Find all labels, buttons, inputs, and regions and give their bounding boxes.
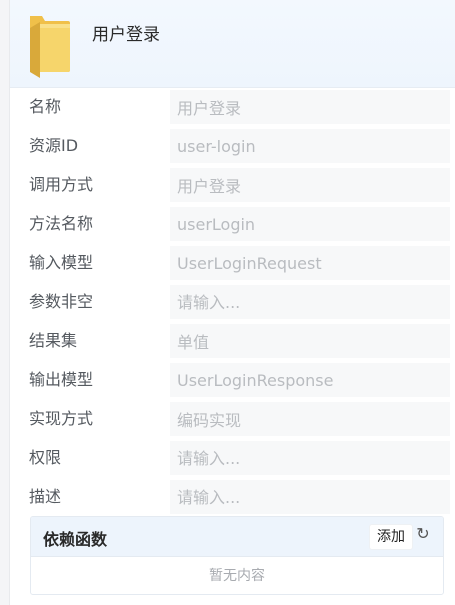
refresh-icon[interactable]: ↻ bbox=[415, 525, 431, 543]
form-field[interactable] bbox=[170, 402, 450, 436]
form-field[interactable] bbox=[170, 207, 450, 241]
add-dependency-button[interactable]: 添加 bbox=[369, 524, 413, 550]
page-title: 用户登录 bbox=[92, 25, 160, 45]
form-row: 输出模型 bbox=[10, 362, 455, 398]
resource-detail-panel: 用户登录 名称资源ID 调用方式方法名称输入模型参数非空结果集输出模型实现方式权限… bbox=[9, 0, 455, 605]
form-label: 结果集 bbox=[29, 331, 78, 350]
form-row: 名称 bbox=[10, 89, 455, 125]
dependency-empty-text: 暂无内容 bbox=[209, 568, 265, 584]
form-label: 方法名称 bbox=[29, 214, 94, 233]
form-field[interactable] bbox=[170, 90, 450, 124]
form-label: 参数非空 bbox=[29, 292, 94, 311]
folder-icon bbox=[30, 16, 70, 78]
form-label: 调用方式 bbox=[29, 175, 94, 194]
form-label: 输入模型 bbox=[29, 253, 94, 272]
form-row: 方法名称 bbox=[10, 206, 455, 242]
form-field[interactable] bbox=[170, 285, 450, 319]
form-field[interactable] bbox=[170, 168, 450, 202]
form-row: 调用方式 bbox=[10, 167, 455, 203]
form-row: 资源ID bbox=[10, 128, 455, 164]
form-row: 参数非空 bbox=[10, 284, 455, 320]
form-label: 输出模型 bbox=[29, 370, 94, 389]
panel-header: 用户登录 bbox=[10, 0, 455, 88]
form-field[interactable] bbox=[170, 246, 450, 280]
form-field[interactable] bbox=[170, 441, 450, 475]
form-field[interactable] bbox=[170, 324, 450, 358]
form-label: 权限 bbox=[29, 448, 62, 467]
form-row: 描述 bbox=[10, 479, 455, 515]
form-field[interactable] bbox=[170, 480, 450, 514]
dependency-card-header: 依赖函数 添加 ↻ bbox=[31, 517, 443, 557]
form-row: 结果集 bbox=[10, 323, 455, 359]
form-row: 权限 bbox=[10, 440, 455, 476]
form-label: 名称 bbox=[29, 97, 62, 116]
form-label: 描述 bbox=[29, 487, 62, 506]
form-label: 实现方式 bbox=[29, 409, 94, 428]
dependency-card: 依赖函数 添加 ↻ 暂无内容 bbox=[30, 516, 444, 595]
form-row: 实现方式 bbox=[10, 401, 455, 437]
form-field[interactable] bbox=[170, 129, 450, 163]
dependency-title: 依赖函数 bbox=[43, 530, 108, 549]
form-row: 输入模型 bbox=[10, 245, 455, 281]
form-label: 资源ID bbox=[29, 136, 79, 155]
form-field[interactable] bbox=[170, 363, 450, 397]
